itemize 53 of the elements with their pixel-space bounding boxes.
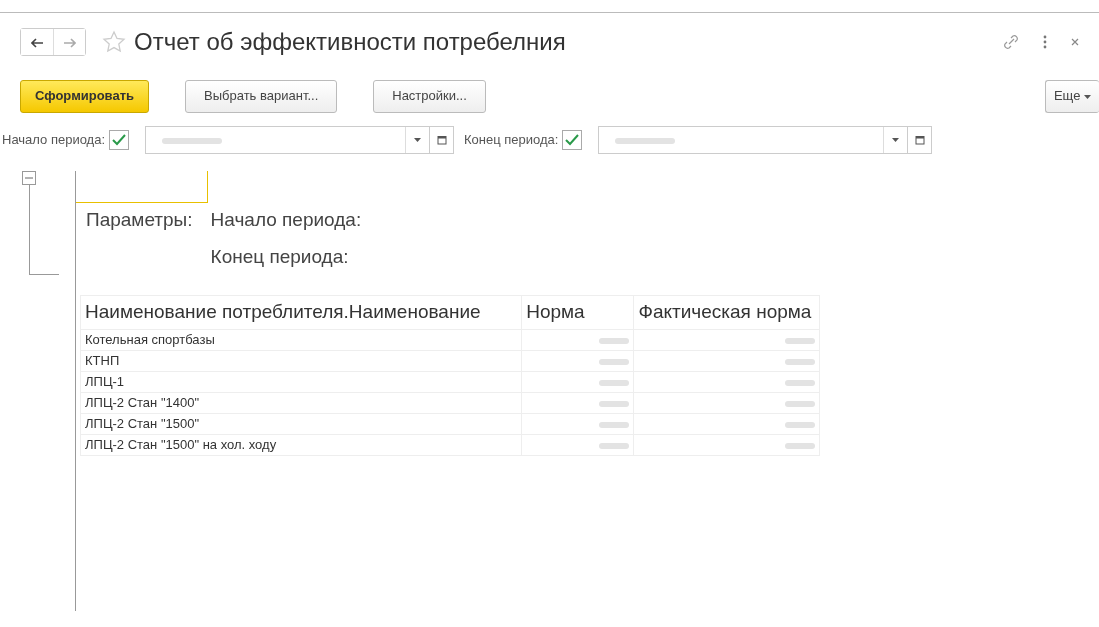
parameter-label: Конец периода: [210,244,350,269]
blurred-value [599,337,630,344]
calendar-button[interactable] [430,126,455,154]
more-options-icon[interactable] [1043,35,1047,49]
left-arrow-icon [31,37,43,48]
table-cell: КТНП [80,350,522,372]
checkbox[interactable] [109,130,130,150]
blurred-value [599,421,630,428]
caret-icon [1084,94,1091,99]
period-label: Начало периода: [2,131,106,150]
toolbar-button[interactable]: Настройки... [373,79,486,113]
blurred-value [599,442,630,449]
generate-button[interactable]: Сформировать [20,79,150,113]
blurred-value [599,358,630,365]
blurred-value [599,400,630,407]
blurred-value [785,400,815,407]
table-cell: ЛПЦ-1 [80,371,522,393]
table-cell: ЛПЦ-2 Стан "1400" [80,392,522,414]
blurred-date [162,138,223,145]
close-icon[interactable] [1071,38,1079,46]
window-title: Отчет об эффективности потребелния [134,27,566,57]
calendar-icon [436,135,447,145]
calendar-icon [914,135,925,145]
selected-cell[interactable] [76,171,208,203]
date-field[interactable] [598,126,909,154]
collapse-toggle[interactable] [22,171,36,185]
link-icon[interactable] [1003,33,1019,51]
checkbox[interactable] [562,130,583,150]
caret-icon[interactable] [414,138,422,142]
period-label: Конец периода: [464,131,559,150]
minus-icon [25,174,33,182]
date-field[interactable] [145,126,431,154]
blurred-value [785,379,815,386]
column-header: Фактическая норма [634,295,820,330]
table-cell: Котельная спортбазы [80,329,522,351]
right-arrow-icon [63,37,76,48]
blurred-value [599,379,630,386]
table-cell: ЛПЦ-2 Стан "1500" [80,413,522,435]
more-button[interactable]: Еще [1044,79,1099,113]
toolbar-button[interactable]: Выбрать вариант... [185,79,338,113]
table-cell: ЛПЦ-2 Стан "1500" на хол. ходу [80,434,522,456]
column-header: Наименование потреблителя.Наименование [80,295,522,330]
parameters-label: Параметры: [86,208,193,232]
blurred-value [785,421,815,428]
column-header: Норма [521,295,634,330]
blurred-value [785,358,815,365]
blurred-value [785,337,815,344]
parameter-label: Начало периода: [210,208,362,232]
blurred-date [615,138,676,145]
blurred-value [785,442,815,449]
caret-icon[interactable] [892,138,900,142]
star-icon[interactable] [102,30,126,54]
calendar-button[interactable] [908,126,933,154]
